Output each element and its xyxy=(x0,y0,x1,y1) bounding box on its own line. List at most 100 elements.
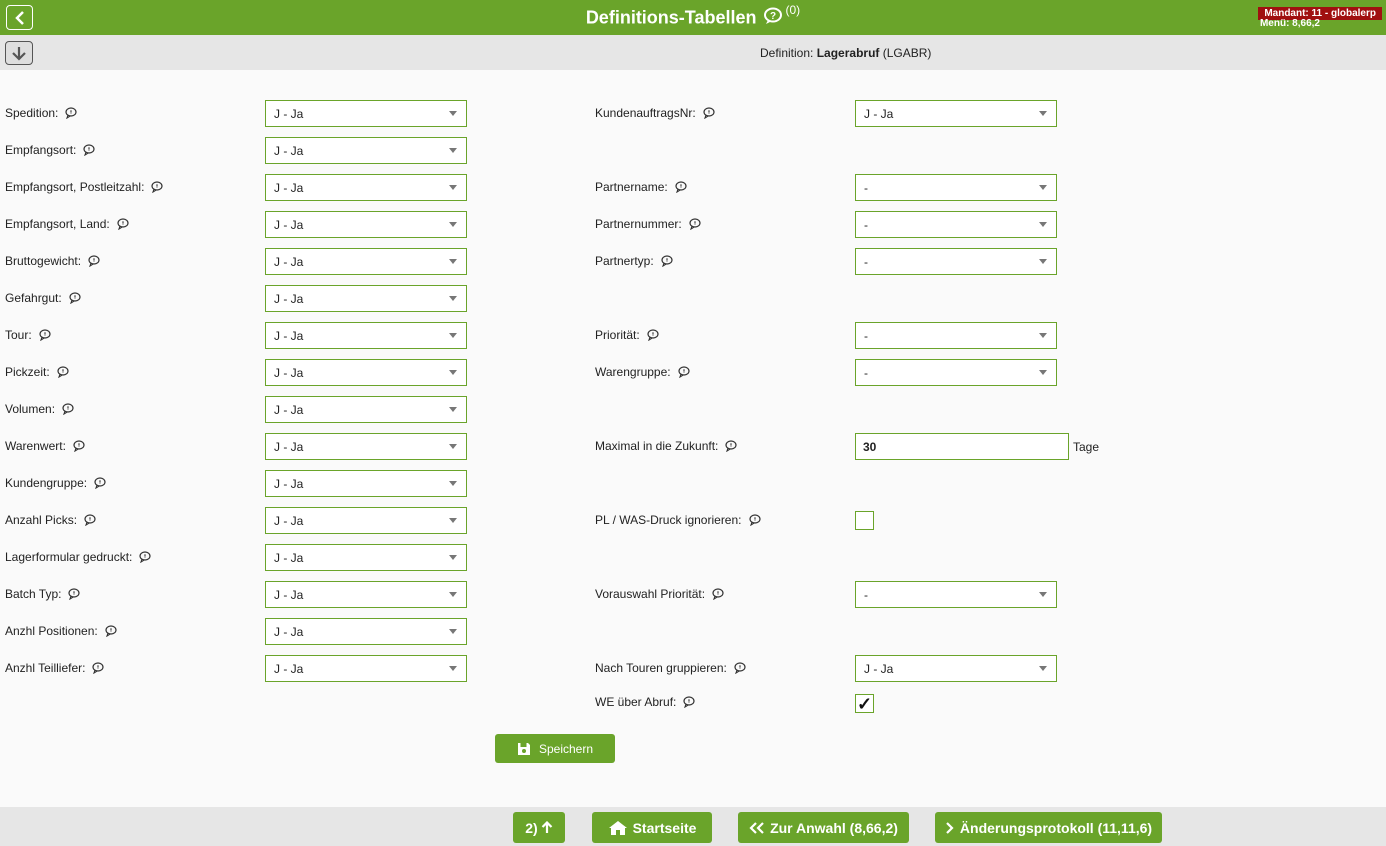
left-field-label: Gefahrgut: xyxy=(5,290,81,306)
aenderungsprotokoll-button[interactable]: Änderungsprotokoll (11,11,6) xyxy=(935,812,1162,843)
info-bubble-icon[interactable] xyxy=(748,514,761,527)
zur-anwahl-label: Zur Anwahl (8,66,2) xyxy=(770,819,898,836)
left-field-select[interactable]: J - Ja xyxy=(265,359,467,386)
dropdown-arrow-icon xyxy=(449,296,457,301)
info-bubble-icon[interactable] xyxy=(703,107,715,120)
left-field-select[interactable]: J - Ja xyxy=(265,248,467,275)
info-bubble-icon[interactable] xyxy=(62,403,74,416)
zur-anwahl-button[interactable]: Zur Anwahl (8,66,2) xyxy=(738,812,909,843)
info-bubble-icon[interactable] xyxy=(117,218,129,231)
definition-info: Definition: Lagerabruf (LGABR) xyxy=(760,46,931,60)
arrow-down-icon xyxy=(12,47,26,61)
maximal-zukunft-label: Maximal in die Zukunft: xyxy=(595,438,737,454)
scroll-down-button[interactable] xyxy=(5,41,33,65)
left-field-label-text: Anzhl Positionen: xyxy=(5,624,98,638)
left-field-select[interactable]: J - Ja xyxy=(265,211,467,238)
partnername-label: Partnername: xyxy=(595,179,687,195)
left-field-select[interactable]: J - Ja xyxy=(265,655,467,682)
kundenauftragsnr-label: KundenauftragsNr: xyxy=(595,105,715,121)
left-field-select[interactable]: J - Ja xyxy=(265,100,467,127)
info-bubble-icon[interactable] xyxy=(139,551,152,564)
left-field-select-value: J - Ja xyxy=(274,661,304,676)
info-bubble-icon[interactable] xyxy=(39,329,51,342)
left-field-select-value: J - Ja xyxy=(274,439,304,454)
left-field-label-text: Batch Typ: xyxy=(5,587,62,601)
left-field-select[interactable]: J - Ja xyxy=(265,285,467,312)
left-field-label: Empfangsort, Land: xyxy=(5,216,129,232)
info-bubble-icon[interactable] xyxy=(678,366,690,379)
dropdown-arrow-icon xyxy=(1039,259,1047,264)
left-field-select[interactable]: J - Ja xyxy=(265,137,467,164)
left-field-select-value: J - Ja xyxy=(274,550,304,565)
left-field-select[interactable]: J - Ja xyxy=(265,470,467,497)
partnernummer-select[interactable]: - xyxy=(855,211,1057,238)
home-label: Startseite xyxy=(632,819,697,836)
vorauswahl-prioritaet-select[interactable]: - xyxy=(855,581,1057,608)
left-field-label: Kundengruppe: xyxy=(5,475,106,491)
left-field-label: Batch Typ: xyxy=(5,586,81,602)
info-bubble-icon[interactable] xyxy=(105,625,117,638)
left-field-label: Bruttogewicht: xyxy=(5,253,100,269)
left-field-label: Anzahl Picks: xyxy=(5,512,96,528)
left-field-label-text: Empfangsort, Land: xyxy=(5,217,110,231)
info-bubble-icon[interactable] xyxy=(84,514,96,527)
left-field-select[interactable]: J - Ja xyxy=(265,544,467,571)
info-bubble-icon[interactable] xyxy=(65,107,77,120)
top-bar: Definitions-Tabellen? (0) Mandant: 11 - g… xyxy=(0,0,1386,35)
info-bubble-icon[interactable] xyxy=(725,440,737,453)
dropdown-arrow-icon xyxy=(449,259,457,264)
scroll-up-label: 2) xyxy=(525,819,538,836)
info-bubble-icon[interactable] xyxy=(68,588,81,601)
left-field-label-text: Pickzeit: xyxy=(5,365,50,379)
dropdown-arrow-icon xyxy=(1039,370,1047,375)
left-field-select[interactable]: J - Ja xyxy=(265,396,467,423)
pl-was-druck-checkbox[interactable] xyxy=(855,511,874,530)
partnernummer-label: Partnernummer: xyxy=(595,216,701,232)
info-bubble-icon[interactable] xyxy=(92,662,105,675)
home-button[interactable]: Startseite xyxy=(592,812,712,843)
save-button[interactable]: Speichern xyxy=(495,734,615,763)
left-field-label-text: Anzhl Teilliefer: xyxy=(5,661,86,675)
left-field-select[interactable]: J - Ja xyxy=(265,174,467,201)
info-bubble-icon[interactable] xyxy=(734,662,746,675)
left-field-select[interactable]: J - Ja xyxy=(265,618,467,645)
info-bubble-icon[interactable] xyxy=(675,181,687,194)
info-bubble-icon[interactable] xyxy=(661,255,673,268)
left-field-select[interactable]: J - Ja xyxy=(265,433,467,460)
prioritaet-select[interactable]: - xyxy=(855,322,1057,349)
info-bubble-icon[interactable] xyxy=(57,366,69,379)
info-bubble-icon[interactable] xyxy=(647,329,659,342)
left-field-select[interactable]: J - Ja xyxy=(265,507,467,534)
dropdown-arrow-icon xyxy=(1039,333,1047,338)
kundenauftragsnr-select[interactable]: J - Ja xyxy=(855,100,1057,127)
dropdown-arrow-icon xyxy=(1039,185,1047,190)
left-field-select[interactable]: J - Ja xyxy=(265,581,467,608)
info-bubble-icon[interactable] xyxy=(94,477,106,490)
help-icon[interactable]: ? xyxy=(763,7,783,30)
partnername-select[interactable]: - xyxy=(855,174,1057,201)
info-bubble-icon[interactable] xyxy=(83,144,95,157)
partnertyp-select[interactable]: - xyxy=(855,248,1057,275)
nach-touren-select[interactable]: J - Ja xyxy=(855,655,1057,682)
maximal-zukunft-input[interactable]: 30 xyxy=(855,433,1069,460)
left-field-select[interactable]: J - Ja xyxy=(265,322,467,349)
info-bubble-icon[interactable] xyxy=(73,440,85,453)
left-field-select-value: J - Ja xyxy=(274,217,304,232)
info-bubble-icon[interactable] xyxy=(69,292,81,305)
info-bubble-icon[interactable] xyxy=(88,255,100,268)
left-field-label: Empfangsort: xyxy=(5,142,95,158)
warengruppe-select[interactable]: - xyxy=(855,359,1057,386)
left-field-label-text: Volumen: xyxy=(5,402,56,416)
left-field-label-text: Gefahrgut: xyxy=(5,291,62,305)
vorauswahl-prioritaet-label: Vorauswahl Priorität: xyxy=(595,586,724,602)
left-field-select-value: J - Ja xyxy=(274,365,304,380)
info-bubble-icon[interactable] xyxy=(151,181,164,194)
info-bubble-icon[interactable] xyxy=(712,588,724,601)
definition-code: (LGABR) xyxy=(882,46,932,60)
we-abruf-checkbox[interactable]: ✓ xyxy=(855,694,874,713)
info-bubble-icon[interactable] xyxy=(683,696,695,709)
info-bubble-icon[interactable] xyxy=(689,218,701,231)
left-field-label: Spedition: xyxy=(5,105,77,121)
scroll-up-button[interactable]: 2) xyxy=(513,812,565,843)
svg-text:?: ? xyxy=(769,11,775,22)
